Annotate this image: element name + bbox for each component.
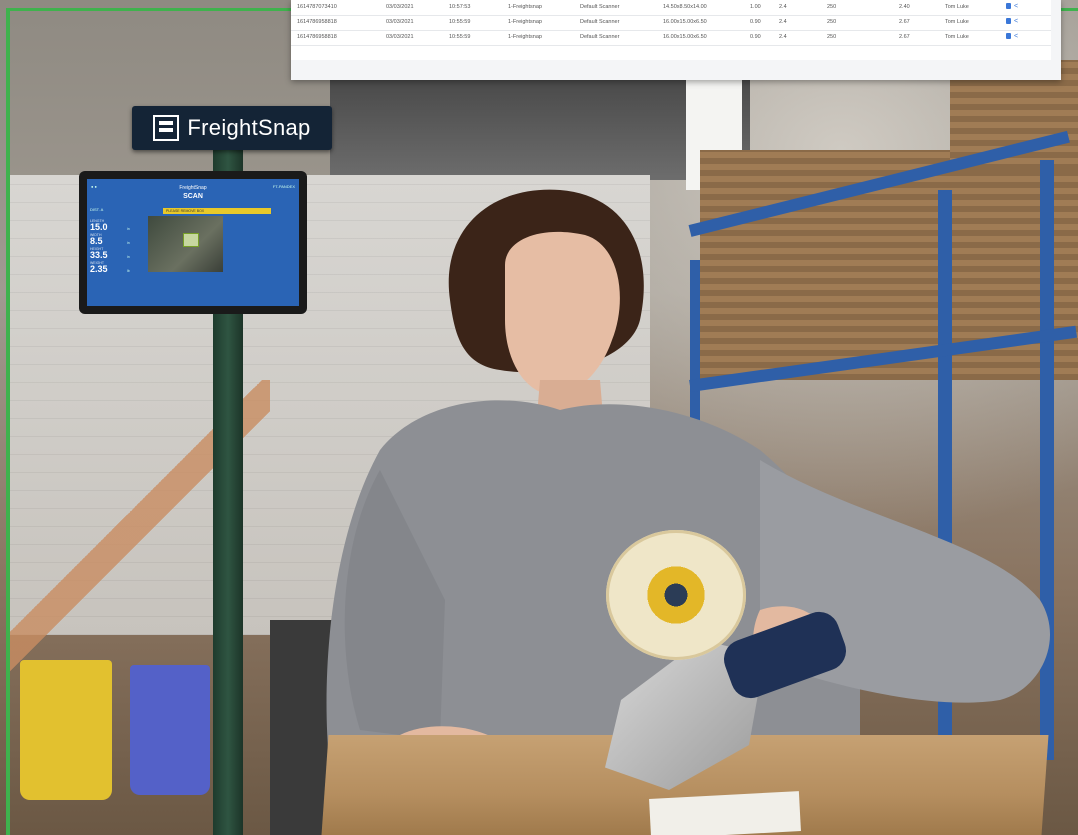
cell-id: 1614786958818 [297,34,337,40]
cell-user: Tom Luke [945,34,969,40]
share-icon[interactable]: < [1014,33,1018,40]
cell-c: 250 [827,34,837,40]
cell-a: 0.90 [750,19,761,25]
cell-dims: 16.00x15.00x6.50 [663,34,707,40]
cell-dims: 16.00x15.00x6.50 [663,19,707,25]
scan-results-table: 1614787073410 03/03/2021 10:57:53 1-Frei… [291,0,1051,60]
cell-dims: 14.50x8.50x14.00 [663,4,707,10]
table-row[interactable]: 1614787073410 03/03/2021 10:57:53 1-Frei… [291,0,1051,16]
table-row[interactable]: 1614786958818 03/03/2021 10:55:59 1-Frei… [291,15,1051,31]
cell-a: 0.90 [750,34,761,40]
document-icon[interactable] [1006,18,1011,24]
cell-user: Tom Luke [945,4,969,10]
cell-d: 2.67 [899,34,910,40]
cell-time: 10:57:53 [449,4,471,10]
cell-device: 1-Freightsnap [508,19,542,25]
green-frame [6,8,1078,835]
cell-user: Tom Luke [945,19,969,25]
cell-date: 03/03/2021 [386,4,414,10]
cell-device: 1-Freightsnap [508,4,542,10]
cell-device: 1-Freightsnap [508,34,542,40]
share-icon[interactable]: < [1014,18,1018,25]
cell-c: 250 [827,4,837,10]
cell-a: 1.00 [750,4,761,10]
cell-d: 2.67 [899,19,910,25]
cell-id: 1614786958818 [297,19,337,25]
cell-b: 2.4 [779,34,787,40]
cell-scanner: Default Scanner [580,4,620,10]
cell-id: 1614787073410 [297,4,337,10]
cell-date: 03/03/2021 [386,34,414,40]
cell-d: 2.40 [899,4,910,10]
document-icon[interactable] [1006,33,1011,39]
cell-time: 10:55:59 [449,19,471,25]
cell-c: 250 [827,19,837,25]
cell-scanner: Default Scanner [580,34,620,40]
cell-date: 03/03/2021 [386,19,414,25]
cell-scanner: Default Scanner [580,19,620,25]
cell-b: 2.4 [779,4,787,10]
document-icon[interactable] [1006,3,1011,9]
cell-b: 2.4 [779,19,787,25]
scan-results-panel: 1614787073410 03/03/2021 10:57:53 1-Frei… [291,0,1061,80]
share-icon[interactable]: < [1014,3,1018,10]
table-row[interactable]: 1614786958818 03/03/2021 10:55:59 1-Frei… [291,30,1051,46]
cell-time: 10:55:59 [449,34,471,40]
